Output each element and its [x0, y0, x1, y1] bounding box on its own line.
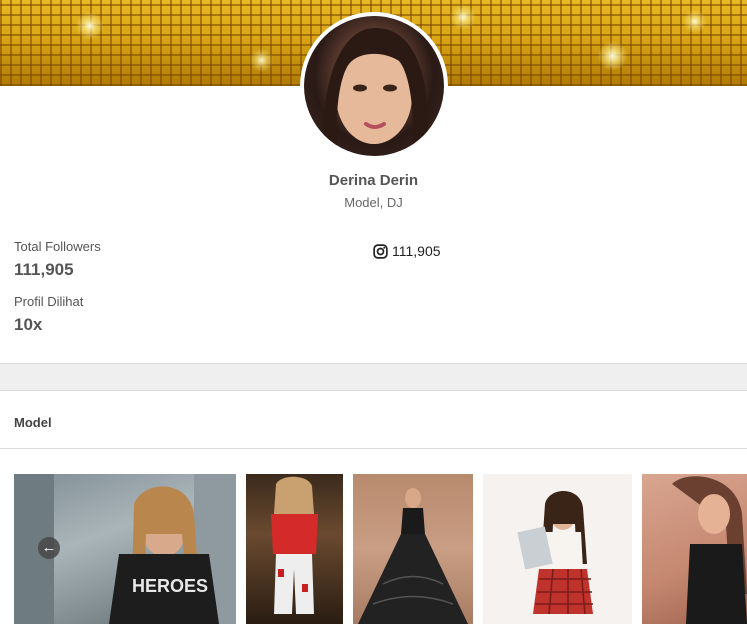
- profile-role: Model, DJ: [344, 195, 403, 210]
- gallery-photo-3[interactable]: [353, 474, 473, 624]
- gallery-photo-5[interactable]: [642, 474, 747, 624]
- section-divider: [0, 448, 747, 449]
- views-label: Profil Dilihat: [14, 294, 84, 309]
- arrow-left-circle-icon: ←: [41, 539, 57, 556]
- followers-value: 111,905: [14, 260, 74, 279]
- followers-label: Total Followers: [14, 239, 101, 254]
- avatar[interactable]: [304, 16, 444, 156]
- instagram-icon: [373, 243, 388, 259]
- instagram-count: 111,905: [392, 243, 441, 259]
- gallery-photo-4[interactable]: [483, 474, 632, 624]
- tshirt-text: HEROES: [132, 576, 208, 596]
- avatar-frame: [300, 12, 448, 160]
- gallery-prev-button[interactable]: ←: [38, 537, 60, 559]
- gallery-photo-2[interactable]: [246, 474, 343, 624]
- profile-name: Derina Derin: [328, 172, 419, 189]
- section-separator: [0, 363, 747, 391]
- views-value: 10x: [14, 315, 43, 334]
- section-title-model: Model: [14, 415, 52, 430]
- instagram-stat[interactable]: 111,905: [373, 243, 441, 259]
